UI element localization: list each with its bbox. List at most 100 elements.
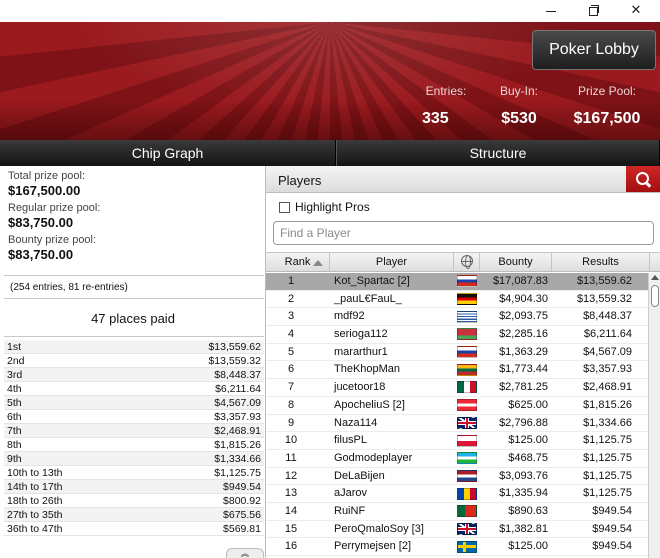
player-name: jucetoor18 bbox=[334, 381, 386, 394]
tournament-header: Poker Lobby Entries: 335 Buy-In: $530 Pr… bbox=[0, 22, 660, 140]
table-row[interactable]: 10 filusPL $125.00 $1,125.75 bbox=[266, 432, 648, 450]
player-result: $3,357.93 bbox=[583, 363, 632, 376]
player-bounty: $3,093.76 bbox=[499, 469, 548, 482]
player-name: serioga112 bbox=[334, 328, 388, 341]
player-name: Perrymejsen [2] bbox=[334, 540, 412, 553]
tab-structure[interactable]: Structure bbox=[336, 140, 660, 166]
payout-row: 2nd $13,559.32 bbox=[4, 354, 264, 368]
player-name: mararthur1 bbox=[334, 345, 388, 358]
table-row[interactable]: 12 DeLaBijen $3,093.76 $1,125.75 bbox=[266, 468, 648, 486]
payout-amount: $949.54 bbox=[223, 481, 261, 493]
prize-pool-stat: Prize Pool: $167,500 bbox=[566, 84, 648, 128]
payout-place: 8th bbox=[7, 439, 22, 451]
player-rank: 2 bbox=[287, 292, 295, 305]
player-name: DeLaBijen bbox=[334, 469, 385, 482]
payout-row: 9th $1,334.66 bbox=[4, 452, 264, 466]
table-row[interactable]: 1 Kot_Spartac [2] $17,087.83 $13,559.62 bbox=[266, 273, 648, 291]
table-row[interactable]: 16 Perrymejsen [2] $125.00 $949.54 bbox=[266, 538, 648, 556]
payout-amount: $1,334.66 bbox=[214, 453, 261, 465]
player-country bbox=[454, 521, 480, 538]
search-button[interactable] bbox=[626, 166, 660, 192]
view-tabs: Chip Graph Structure bbox=[0, 140, 660, 166]
table-row[interactable]: 11 Godmodeplayer $468.75 $1,125.75 bbox=[266, 450, 648, 468]
uk-flag-icon bbox=[457, 416, 477, 429]
player-rank: 8 bbox=[287, 398, 295, 411]
player-name: Naza114 bbox=[334, 416, 378, 429]
table-row[interactable]: 5 mararthur1 $1,363.29 $4,567.09 bbox=[266, 344, 648, 362]
globe-icon bbox=[460, 255, 473, 270]
player-country bbox=[454, 273, 480, 290]
lithuania-flag-icon bbox=[457, 363, 477, 376]
player-country bbox=[454, 344, 480, 361]
poker-lobby-button[interactable]: Poker Lobby bbox=[532, 30, 656, 70]
austria-flag-icon bbox=[457, 399, 477, 412]
table-row[interactable]: 4 serioga112 $2,285.16 $6,211.64 bbox=[266, 326, 648, 344]
table-row[interactable]: 3 mdf92 $2,093.75 $8,448.37 bbox=[266, 308, 648, 327]
find-player-input[interactable] bbox=[273, 221, 654, 245]
regular-pool-label: Regular prize pool: bbox=[8, 202, 101, 214]
table-row[interactable]: 8 ApocheliuS [2] $625.00 $1,815.26 bbox=[266, 397, 648, 415]
bounty-pool-value: $83,750.00 bbox=[8, 247, 74, 262]
uk-flag-icon bbox=[457, 522, 477, 535]
player-country bbox=[454, 485, 480, 502]
payout-place: 1st bbox=[7, 341, 22, 353]
player-bounty: $125.00 bbox=[508, 540, 548, 553]
payout-row: 36th to 47th $569.81 bbox=[4, 522, 264, 536]
players-panel: Players Highlight Pros Rank Player Bount… bbox=[266, 166, 660, 558]
player-rank: 4 bbox=[287, 328, 295, 341]
player-name: filusPL bbox=[334, 434, 368, 447]
player-column-header[interactable]: Player bbox=[330, 253, 454, 272]
table-row[interactable]: 15 PeroQmaloSoy [3] $1,382.81 $949.54 bbox=[266, 521, 648, 539]
players-scrollbar[interactable] bbox=[648, 273, 660, 558]
tab-chip-graph[interactable]: Chip Graph bbox=[0, 140, 336, 166]
players-header: Players bbox=[266, 166, 660, 193]
results-column-header[interactable]: Results bbox=[552, 253, 650, 272]
table-row[interactable]: 2 _pauL€FauL_ $4,904.30 $13,559.32 bbox=[266, 291, 648, 309]
highlight-pros-checkbox[interactable] bbox=[279, 201, 290, 213]
payout-row: 10th to 13th $1,125.75 bbox=[4, 466, 264, 480]
player-country bbox=[454, 432, 480, 449]
minimize-button[interactable] bbox=[530, 0, 572, 20]
table-row[interactable]: 6 TheKhopMan $1,773.44 $3,357.93 bbox=[266, 361, 648, 380]
player-bounty: $2,285.16 bbox=[499, 328, 548, 341]
payout-row: 1st $13,559.62 bbox=[4, 340, 264, 354]
player-name: Godmodeplayer bbox=[334, 451, 413, 464]
buyin-label: Buy-In: bbox=[499, 84, 538, 98]
table-row[interactable]: 9 Naza114 $2,796.88 $1,334.66 bbox=[266, 415, 648, 433]
sweden-flag-icon bbox=[457, 540, 477, 553]
payout-place: 27th to 35th bbox=[7, 509, 63, 521]
table-row[interactable]: 14 RuiNF $890.63 $949.54 bbox=[266, 503, 648, 521]
player-country bbox=[454, 503, 480, 520]
divider bbox=[4, 336, 264, 337]
scroll-up-icon[interactable] bbox=[651, 275, 659, 280]
table-row[interactable]: 7 jucetoor18 $2,781.25 $2,468.91 bbox=[266, 379, 648, 397]
player-country bbox=[454, 538, 480, 555]
payout-amount: $6,211.64 bbox=[215, 383, 261, 395]
bounty-column-header[interactable]: Bounty bbox=[480, 253, 552, 272]
player-result: $949.54 bbox=[592, 504, 632, 517]
payout-amount: $800.92 bbox=[223, 495, 261, 507]
portugal-flag-icon bbox=[457, 505, 477, 518]
payout-amount: $4,567.09 bbox=[214, 397, 261, 409]
table-row[interactable]: 13 aJarov $1,335.94 $1,125.75 bbox=[266, 485, 648, 503]
player-name: PeroQmaloSoy [3] bbox=[334, 522, 424, 535]
restore-button[interactable] bbox=[573, 0, 615, 20]
payout-amount: $569.81 bbox=[223, 523, 261, 535]
uzbekistan-flag-icon bbox=[457, 452, 477, 465]
minimize-icon bbox=[546, 10, 556, 12]
collapse-handle[interactable]: ︽ bbox=[226, 548, 264, 558]
rank-column-header[interactable]: Rank bbox=[266, 253, 330, 272]
highlight-pros-label: Highlight Pros bbox=[295, 200, 370, 214]
country-column-header[interactable] bbox=[454, 253, 480, 272]
player-bounty: $1,773.44 bbox=[499, 363, 548, 376]
close-button[interactable]: ✕ bbox=[615, 0, 657, 20]
highlight-pros-toggle[interactable]: Highlight Pros bbox=[279, 200, 370, 214]
prize-panel: Total prize pool: $167,500.00 Regular pr… bbox=[0, 166, 266, 558]
player-result: $1,125.75 bbox=[583, 487, 632, 500]
divider bbox=[4, 275, 264, 276]
scroll-thumb[interactable] bbox=[651, 285, 659, 307]
search-icon bbox=[635, 171, 651, 187]
player-bounty: $1,382.81 bbox=[499, 522, 548, 535]
player-bounty: $2,781.25 bbox=[499, 381, 548, 394]
player-rank: 3 bbox=[287, 310, 295, 323]
